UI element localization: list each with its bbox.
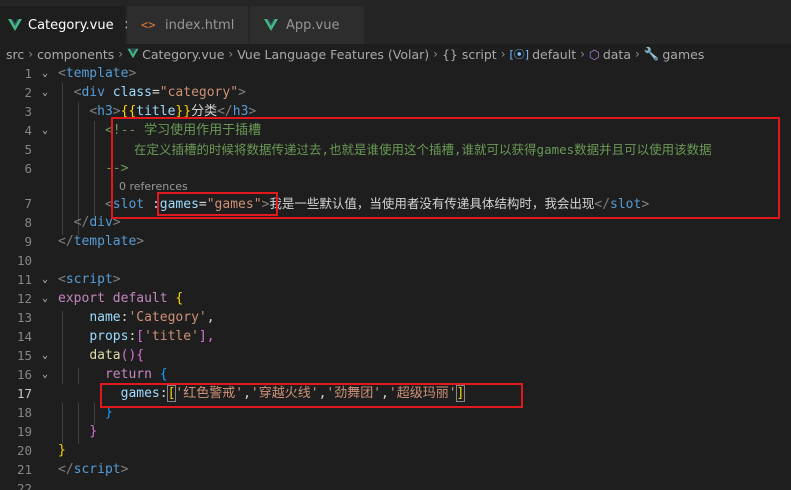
code-line: 12 ⌄ export default { <box>16 289 184 308</box>
tab-app-vue[interactable]: App.vue <box>250 6 365 44</box>
chevron-down-icon[interactable]: ⌄ <box>42 346 48 365</box>
code-line: 13 name:'Category', <box>16 310 215 325</box>
chevron-right-icon: › <box>433 47 438 61</box>
chevron-right-icon: › <box>118 47 124 61</box>
chevron-down-icon[interactable]: ⌄ <box>42 270 48 289</box>
breadcrumb-language[interactable]: Vue Language Features (Volar) <box>237 47 429 62</box>
html-icon: <> <box>141 18 156 32</box>
code-line: 16 ⌄ return { <box>16 365 168 384</box>
breadcrumb-file-label: Category.vue <box>142 46 225 62</box>
code-line: 20 } <box>16 443 66 458</box>
code-line: 21 </script> <box>16 462 129 477</box>
cube-icon: ⬡ <box>588 46 600 62</box>
chevron-down-icon[interactable]: ⌄ <box>42 64 48 83</box>
chevron-down-icon[interactable]: ⌄ <box>42 365 48 384</box>
tab-label: index.html <box>165 17 235 33</box>
breadcrumb-data-label: data <box>602 46 631 62</box>
tab-label: Category.vue <box>28 17 114 33</box>
vue-icon <box>264 18 278 32</box>
code-line: 19 } <box>16 424 98 439</box>
breadcrumb-default[interactable]: [⦿] default <box>510 46 577 62</box>
chevron-right-icon: › <box>28 47 34 61</box>
wrench-icon: 🔧 <box>643 46 660 61</box>
chevron-right-icon: › <box>634 47 640 61</box>
vue-icon <box>127 47 139 62</box>
code-line: 10 <box>16 253 32 268</box>
chevron-right-icon: › <box>228 47 234 61</box>
code-line: 1 ⌄ <template> <box>24 64 137 83</box>
variable-icon: [⦿] <box>509 48 530 61</box>
chevron-down-icon[interactable]: ⌄ <box>42 289 48 308</box>
breadcrumb-script[interactable]: {} script <box>442 47 497 62</box>
code-editor[interactable]: 1 ⌄ <template> 2 ⌄ <div class="category"> … <box>0 64 791 490</box>
chevron-right-icon: › <box>500 47 506 61</box>
breadcrumb-games[interactable]: 🔧 games <box>644 46 705 62</box>
vue-icon <box>8 18 22 32</box>
editor-tab-bar: Category.vue × <> index.html App.vue <box>0 0 791 44</box>
code-line: 14 props:['title'], <box>16 329 215 344</box>
tab-index-html[interactable]: <> index.html <box>127 6 249 44</box>
code-line: 15 ⌄ data(){ <box>16 346 145 365</box>
breadcrumb-components[interactable]: components <box>37 47 114 62</box>
breadcrumb-src[interactable]: src <box>6 47 24 62</box>
breadcrumb: src › components › Category.vue › Vue La… <box>0 44 791 64</box>
chevron-down-icon[interactable]: ⌄ <box>42 121 48 140</box>
annotation-box-games-binding <box>157 192 278 216</box>
annotation-box-games-data <box>100 383 523 408</box>
chevron-down-icon[interactable]: ⌄ <box>42 83 48 102</box>
breadcrumb-default-label: default <box>532 46 577 62</box>
tab-category-vue[interactable]: Category.vue × <box>0 6 135 44</box>
code-line: 22 <box>16 481 32 490</box>
code-line: 11 ⌄ <script> <box>16 270 121 289</box>
code-line: 2 ⌄ <div class="category"> <box>24 83 246 102</box>
tab-label: App.vue <box>286 17 340 33</box>
breadcrumb-file[interactable]: Category.vue <box>127 47 224 62</box>
chevron-right-icon: › <box>580 47 585 61</box>
code-line: 9 </template> <box>24 234 145 249</box>
breadcrumb-games-label: games <box>662 46 705 62</box>
breadcrumb-data[interactable]: ⬡ data <box>589 47 631 62</box>
